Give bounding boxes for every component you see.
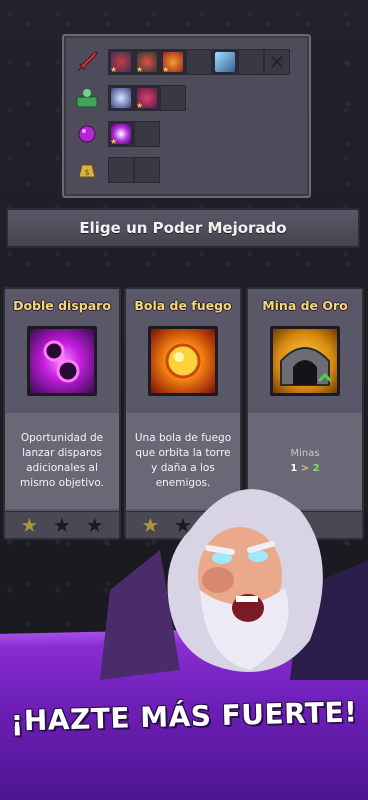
- wizard-character: [100, 470, 368, 680]
- gold-mine-icon: [270, 326, 340, 396]
- coin-bag-icon: $: [72, 155, 102, 185]
- slot-magic-burst[interactable]: ★: [108, 121, 134, 147]
- slot-locked: [264, 49, 290, 75]
- double-shot-icon: [27, 326, 97, 396]
- slot-empty: [186, 49, 212, 75]
- slot-wizard-hat[interactable]: ★: [108, 49, 134, 75]
- slot-empty: [238, 49, 264, 75]
- slot-empty: [134, 121, 160, 147]
- slot-crossbow[interactable]: ★: [134, 49, 160, 75]
- upgrade-inventory-panel: ★ ★ ★ ★ ★ $: [62, 34, 311, 198]
- slot-empty: [108, 157, 134, 183]
- banner-title: Elige un Poder Mejorado: [79, 219, 287, 237]
- mines-label: Minas: [290, 448, 320, 459]
- slot-empty: [160, 85, 186, 111]
- slot-fireball[interactable]: ★: [160, 49, 186, 75]
- slot-empty: [134, 157, 160, 183]
- card-title: Bola de fuego: [134, 297, 232, 313]
- star-filled-icon: ★: [20, 513, 39, 537]
- card-title: Doble disparo: [13, 297, 111, 313]
- card-title: Mina de Oro: [262, 297, 348, 313]
- star-empty-icon: ★: [53, 513, 71, 537]
- spellbook-icon: [72, 83, 102, 113]
- slot-ice-shard[interactable]: [212, 49, 238, 75]
- inventory-row-arcane: ★: [72, 118, 160, 150]
- inventory-row-economy: $: [72, 154, 160, 186]
- slot-rose-orb[interactable]: ★: [134, 85, 160, 111]
- choose-power-banner: Elige un Poder Mejorado: [6, 208, 360, 248]
- svg-text:$: $: [84, 168, 89, 177]
- fireball-icon: [148, 326, 218, 396]
- sword-icon: [72, 47, 102, 77]
- magic-orb-icon: [72, 119, 102, 149]
- slot-lightning[interactable]: [108, 85, 134, 111]
- inventory-row-magic: ★: [72, 82, 186, 114]
- inventory-row-attack: ★ ★ ★: [72, 46, 290, 78]
